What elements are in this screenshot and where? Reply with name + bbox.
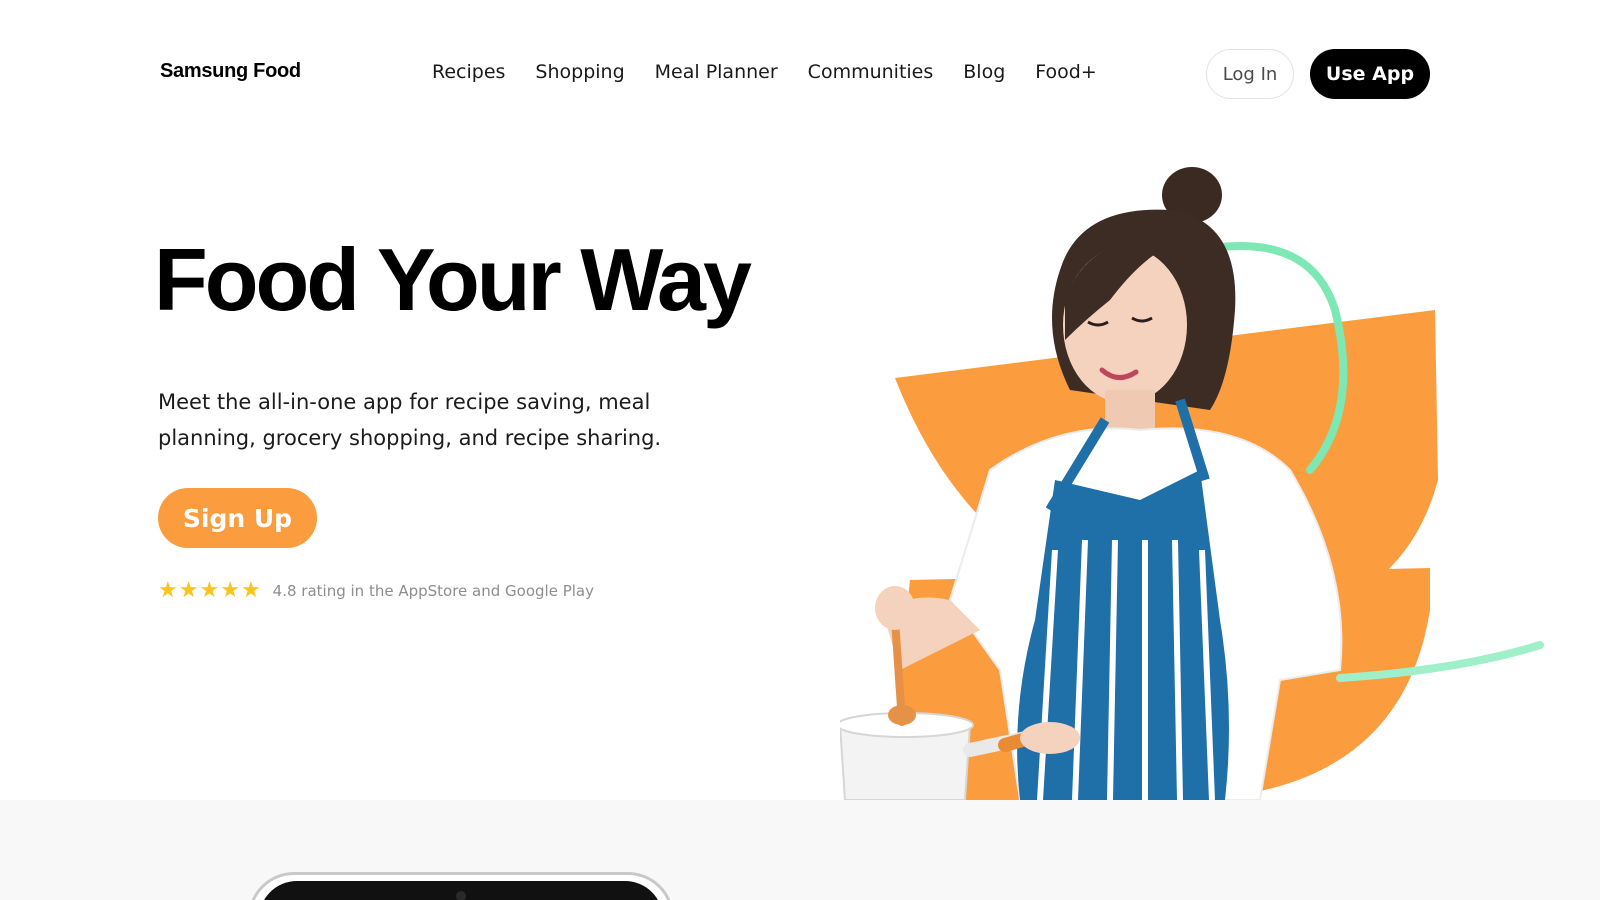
star-icon: ★ — [158, 578, 178, 603]
sign-up-button[interactable]: Sign Up — [158, 488, 317, 548]
samsung-food-logo[interactable]: Samsung Food — [160, 60, 301, 83]
rating-stars: ★ ★ ★ ★ ★ — [158, 580, 261, 602]
phone-mockup — [248, 872, 674, 900]
hero-image — [840, 150, 1600, 800]
nav-shopping[interactable]: Shopping — [535, 61, 624, 83]
rating-text: 4.8 rating in the AppStore and Google Pl… — [272, 582, 594, 600]
page: Samsung Food Recipes Shopping Meal Plann… — [0, 0, 1600, 900]
nav-meal-planner[interactable]: Meal Planner — [655, 61, 778, 83]
hand-right — [1020, 722, 1080, 754]
star-icon: ★ — [240, 578, 261, 603]
star-icon: ★ — [178, 578, 199, 603]
log-in-button[interactable]: Log In — [1206, 49, 1294, 99]
nav-blog[interactable]: Blog — [963, 61, 1005, 83]
hand — [875, 586, 915, 630]
phone-screen — [259, 881, 663, 900]
nav-food-plus[interactable]: Food+ — [1035, 61, 1096, 83]
cooking-woman-illustration — [840, 167, 1544, 800]
nav-communities[interactable]: Communities — [808, 61, 934, 83]
hero-subtitle: Meet the all-in-one app for recipe savin… — [158, 390, 662, 450]
features-section — [0, 800, 1600, 900]
star-icon: ★ — [199, 578, 220, 603]
spoon-head — [888, 705, 916, 725]
hero-title: Food Your Way — [154, 230, 752, 329]
star-icon: ★ — [220, 578, 240, 603]
app-rating: ★ ★ ★ ★ ★ 4.8 rating in the AppStore and… — [158, 580, 594, 602]
nav-recipes[interactable]: Recipes — [432, 61, 505, 83]
main-nav: Recipes Shopping Meal Planner Communitie… — [432, 61, 1127, 83]
use-app-button[interactable]: Use App — [1310, 49, 1430, 99]
camera-icon — [456, 891, 466, 900]
